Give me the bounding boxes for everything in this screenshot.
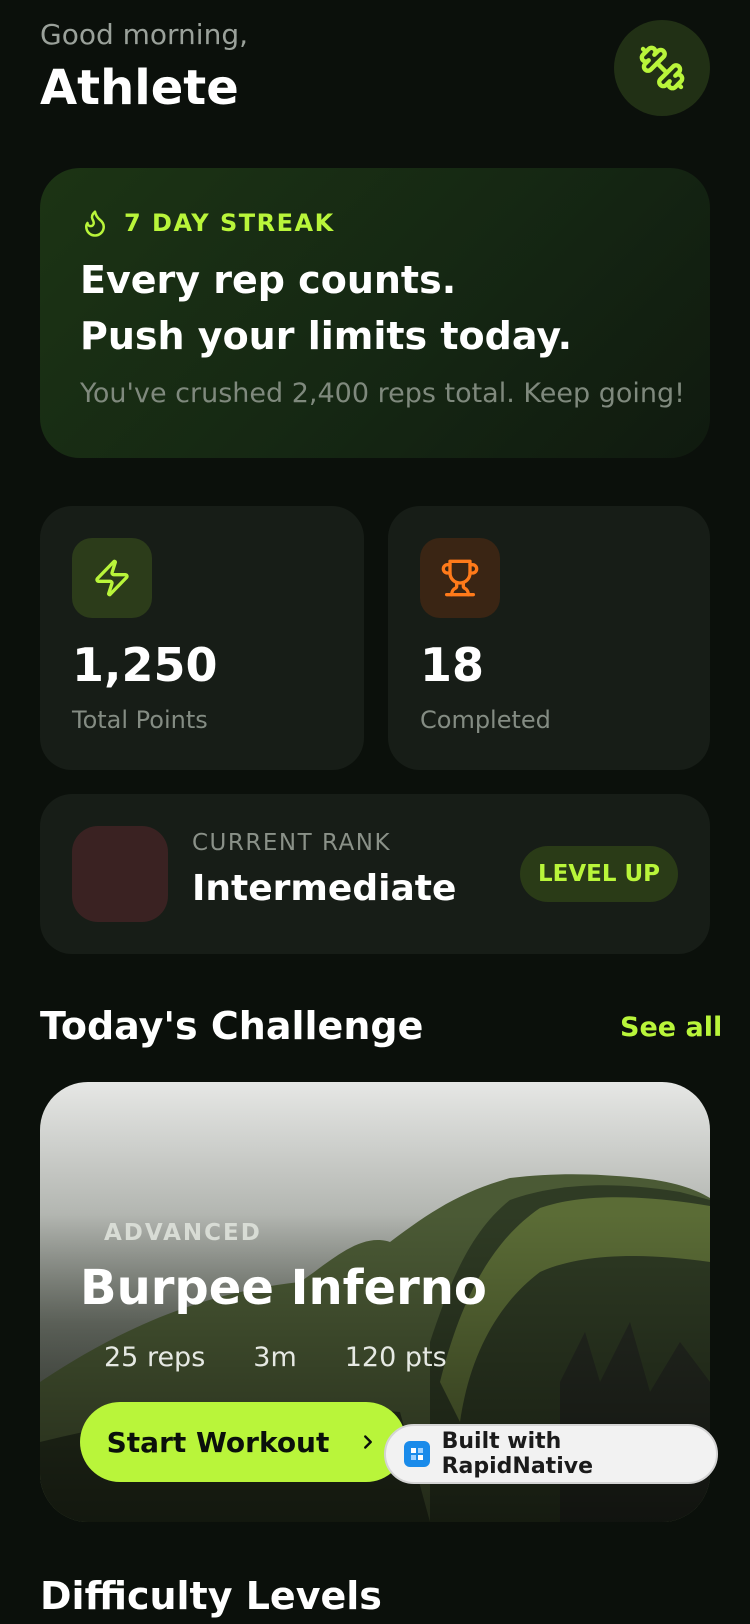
streak-headline: Every rep counts. Push your limits today…	[80, 252, 572, 364]
workout-button[interactable]	[614, 20, 710, 116]
trophy-icon	[441, 559, 479, 597]
level-up-button[interactable]: LEVEL UP	[520, 846, 678, 902]
headline-line-2: Push your limits today.	[80, 314, 573, 358]
points-icon-tile	[72, 538, 152, 618]
lightning-icon	[95, 559, 129, 597]
rapidnative-logo-icon	[404, 1441, 430, 1467]
challenge-title: Burpee Inferno	[80, 1260, 487, 1316]
user-name: Athlete	[40, 60, 239, 116]
points-label: Total Points	[72, 706, 208, 734]
rank-badge	[72, 826, 168, 922]
start-workout-button[interactable]: Start Workout	[80, 1402, 406, 1482]
completed-label: Completed	[420, 706, 551, 734]
rank-name: Intermediate	[192, 868, 457, 909]
challenge-duration: 3m	[253, 1342, 297, 1373]
rank-caption: CURRENT RANK	[192, 830, 392, 856]
built-with-badge[interactable]: Built with RapidNative	[384, 1424, 718, 1484]
challenge-level: ADVANCED	[104, 1220, 262, 1246]
challenge-meta: 25 reps 3m 120 pts	[104, 1342, 447, 1373]
challenge-points: 120 pts	[344, 1342, 447, 1373]
flame-icon	[85, 210, 105, 237]
streak-subtitle: You've crushed 2,400 reps total. Keep go…	[80, 378, 685, 409]
built-with-text: Built with RapidNative	[441, 1429, 593, 1479]
start-workout-label: Start Workout	[106, 1425, 330, 1459]
streak-label-text: 7 DAY STREAK	[124, 209, 335, 237]
headline-line-1: Every rep counts.	[80, 258, 457, 302]
points-value: 1,250	[72, 638, 218, 692]
greeting-text: Good morning,	[40, 18, 249, 51]
dumbbell-icon	[639, 45, 685, 91]
completed-value: 18	[420, 638, 485, 692]
challenge-reps: 25 reps	[104, 1342, 206, 1373]
see-all-link[interactable]: See all	[620, 1012, 722, 1043]
difficulty-section-title: Difficulty Levels	[40, 1574, 382, 1618]
chevron-right-icon	[364, 1435, 373, 1449]
challenge-section-title: Today's Challenge	[40, 1004, 424, 1048]
completed-icon-tile	[420, 538, 500, 618]
streak-label: 7 DAY STREAK	[80, 208, 335, 238]
